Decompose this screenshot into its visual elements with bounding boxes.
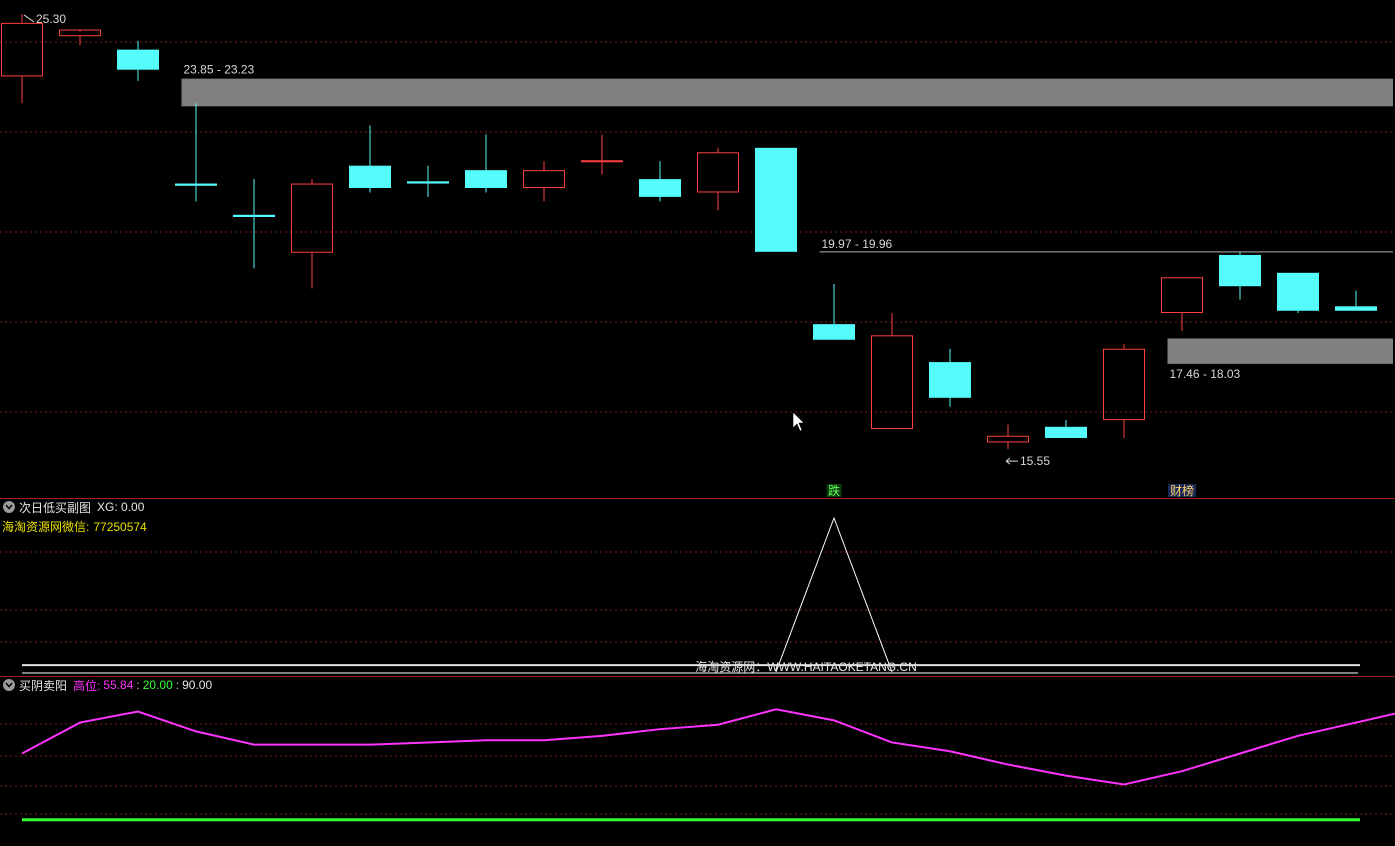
candle	[755, 147, 797, 252]
candle	[581, 134, 623, 175]
candle-body	[523, 170, 565, 189]
candle-body	[349, 165, 391, 189]
candle	[697, 147, 739, 211]
arrow-left-icon	[1005, 457, 1018, 465]
candle-body	[175, 183, 217, 186]
candle	[349, 125, 391, 193]
candle	[233, 179, 275, 269]
candle-body	[929, 362, 971, 398]
oscillator-value-1: 55.84	[103, 678, 134, 692]
candle-body	[1045, 426, 1087, 438]
wechat-id: 77250574	[93, 520, 147, 534]
oscillator-line	[21, 708, 1395, 786]
signal-line	[775, 516, 893, 673]
candle-body	[639, 179, 681, 197]
mouse-cursor-icon	[792, 411, 805, 432]
candle	[1277, 272, 1319, 313]
oscillator-pane-title: 买阴卖阳	[19, 678, 68, 693]
candle	[1161, 277, 1203, 331]
collapse-chevron-icon[interactable]	[3, 679, 15, 691]
candle-body	[465, 170, 507, 189]
indicator-name: XG	[97, 500, 115, 514]
signal-pane-header: 次日低买副图 XG : 0.00	[0, 498, 144, 516]
signal-pane-title: 次日低买副图	[19, 500, 92, 515]
candle	[987, 424, 1029, 450]
candle-body	[987, 435, 1029, 443]
watermark-text: 海淘资源网：WWW.HAITAOKETANG.CN	[695, 659, 917, 674]
zone-label: 19.97 - 19.96	[822, 237, 893, 251]
candle-body	[1277, 272, 1319, 311]
pointer-icon	[23, 14, 35, 23]
low-price-label: 15.55	[1020, 454, 1050, 468]
wechat-info: 海淘资源网微信: 77250574	[2, 518, 147, 535]
candle-body	[1219, 254, 1261, 287]
candle	[1103, 344, 1145, 438]
indicator-value: 0.00	[121, 500, 145, 514]
zone-label: 23.85 - 23.23	[184, 63, 255, 77]
candle-body	[291, 183, 333, 253]
candle	[1335, 290, 1377, 311]
zone-band	[181, 78, 1393, 107]
oscillator-value-2: 20.00	[142, 678, 173, 692]
candle	[59, 29, 101, 46]
candle	[117, 40, 159, 81]
candle	[1045, 420, 1087, 438]
candle	[1219, 251, 1261, 300]
candle	[813, 283, 855, 340]
high-price-label: 25.30	[36, 12, 66, 26]
zone-band	[1167, 338, 1393, 364]
wechat-label: 海淘资源网微信:	[2, 520, 90, 534]
candle-body	[697, 152, 739, 193]
candle	[175, 103, 217, 202]
signal-tag: 财榜	[1170, 483, 1194, 498]
candle-body	[117, 49, 159, 70]
collapse-chevron-icon[interactable]	[3, 501, 15, 513]
candle-body	[233, 214, 275, 218]
candle-body	[813, 324, 855, 340]
oscillator-pane-header: 买阴卖阳 高位: 55.84 : 20.00 : 90.00	[0, 676, 212, 694]
candle	[523, 161, 565, 202]
candle	[929, 348, 971, 407]
zone-label: 17.46 - 18.03	[1170, 367, 1241, 381]
candle	[639, 161, 681, 202]
candle-body	[755, 147, 797, 252]
candle	[291, 179, 333, 289]
candle-body	[1, 22, 43, 77]
candle-body	[1335, 306, 1377, 311]
high-label: 高位:	[73, 678, 101, 693]
candle-body	[871, 335, 913, 430]
candle	[1, 13, 43, 104]
stock-chart: 23.85 - 23.2319.97 - 19.9617.46 - 18.03 …	[0, 12, 1395, 822]
oscillator-value-3: 90.00	[182, 678, 213, 692]
candle	[465, 134, 507, 193]
candle	[407, 165, 449, 197]
oscillator-pane	[21, 664, 1395, 822]
signal-tag: 跌	[828, 483, 840, 498]
candle-body	[1161, 277, 1203, 313]
candle-body	[407, 181, 449, 184]
signal-pane: 海淘资源网：WWW.HAITAOKETANG.CN	[22, 516, 1358, 674]
candle-body	[1103, 348, 1145, 421]
